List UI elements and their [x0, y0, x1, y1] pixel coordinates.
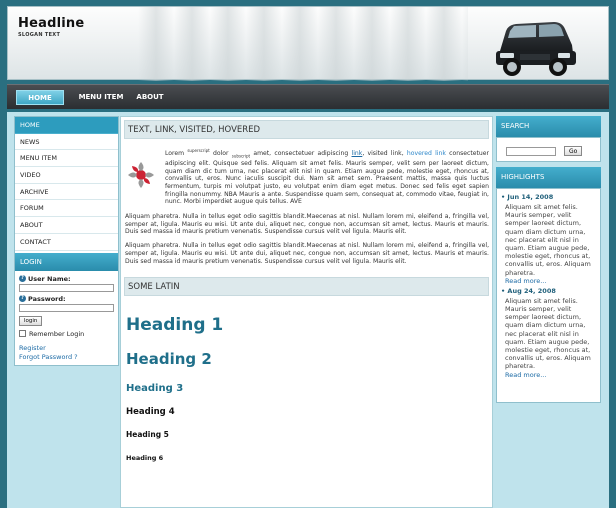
login-form: ? User Name: ? Password: login Remember … [15, 271, 118, 361]
sidebar-item-menu-item[interactable]: MENU ITEM [15, 150, 118, 168]
right-sidebar: SEARCH Go HIGHLIGHTS • Jun 14, 2008 Aliq… [496, 116, 601, 406]
header: Headline SLOGAN TEXT [7, 6, 609, 81]
help-icon: ? [19, 275, 26, 282]
username-label-text: User Name: [28, 274, 71, 283]
headline: Headline [18, 16, 85, 31]
heading-6: Heading 6 [126, 454, 164, 463]
subscript-text: subscript [231, 153, 251, 159]
search-box: Go [496, 137, 601, 162]
sidebar-item-home[interactable]: HOME [15, 117, 118, 134]
username-label: ? User Name: [19, 275, 114, 283]
highlight-text: Aliquam sit amet felis. Mauris semper, v… [505, 296, 591, 371]
brand: Headline SLOGAN TEXT [18, 16, 84, 38]
highlights-title: HIGHLIGHTS [496, 167, 601, 188]
search-go-button[interactable]: Go [564, 146, 583, 156]
register-link[interactable]: Register [19, 344, 114, 352]
highlights-list: • Jun 14, 2008 Aliquam sit amet felis. M… [496, 188, 601, 403]
username-input[interactable] [19, 283, 114, 292]
hovered-link[interactable]: hovered link [407, 150, 446, 157]
heading-5: Heading 5 [126, 430, 169, 440]
paragraph-1: Lorem superscript dolor subscript amet, … [165, 148, 489, 206]
forgot-password-link[interactable]: Forgot Password ? [19, 353, 114, 361]
car-image [496, 22, 576, 76]
read-more-link[interactable]: Read more... [501, 371, 597, 379]
remember-login: Remember Login [19, 330, 114, 338]
article: Lorem superscript dolor subscript amet, … [121, 139, 492, 265]
section-title-text: TEXT, LINK, VISITED, HOVERED [124, 120, 489, 139]
flower-icon [128, 162, 154, 188]
left-sidebar: HOME NEWS MENU ITEM VIDEO ARCHIVE FORUM … [14, 116, 119, 366]
inline-link[interactable]: link [352, 150, 363, 157]
remember-checkbox[interactable] [19, 330, 26, 337]
heading-2: Heading 2 [126, 350, 212, 369]
highlight-date: • Aug 24, 2008 [501, 286, 556, 295]
search-title: SEARCH [496, 116, 601, 137]
highlight-date: • Jun 14, 2008 [501, 193, 554, 201]
sidebar-item-about[interactable]: ABOUT [15, 217, 118, 234]
section-title-latin: SOME LATIN [124, 277, 489, 297]
sidebar-item-contact[interactable]: CONTACT [15, 233, 118, 251]
login-title: LOGIN [15, 252, 118, 271]
password-input[interactable] [19, 303, 114, 312]
sidebar-item-news[interactable]: NEWS [15, 133, 118, 151]
heading-4: Heading 4 [126, 407, 175, 418]
heading-3: Heading 3 [126, 383, 184, 395]
top-nav: HOME MENU ITEM ABOUT [7, 84, 609, 109]
superscript-text: superscript [187, 148, 210, 153]
password-label: ? Password: [19, 295, 114, 303]
sidebar-item-video[interactable]: VIDEO [15, 167, 118, 184]
main-content: TEXT, LINK, VISITED, HOVERED Lorem super… [120, 116, 493, 508]
sidebar-item-forum[interactable]: FORUM [15, 200, 118, 218]
help-icon: ? [19, 295, 26, 302]
nav-home[interactable]: HOME [16, 90, 64, 105]
paragraph-2: Aliquam pharetra. Nulla in tellus eget o… [125, 213, 489, 236]
search-input[interactable] [506, 147, 556, 156]
nav-about[interactable]: ABOUT [135, 90, 165, 105]
remember-label: Remember Login [29, 329, 85, 338]
slogan: SLOGAN TEXT [18, 32, 61, 38]
login-button[interactable]: login [19, 315, 43, 326]
read-more-link[interactable]: Read more... [501, 277, 597, 285]
password-label-text: Password: [28, 294, 66, 303]
paragraph-3: Aliquam pharetra. Nulla in tellus eget o… [125, 242, 489, 265]
heading-1: Heading 1 [126, 315, 224, 336]
page: Headline SLOGAN TEXT HOME MENU ITEM ABOU… [0, 0, 616, 508]
sidebar-item-archive[interactable]: ARCHIVE [15, 183, 118, 201]
highlight-text: Aliquam sit amet felis. Mauris semper, v… [505, 203, 591, 277]
nav-menu-item[interactable]: MENU ITEM [71, 90, 131, 105]
header-decoration [138, 7, 468, 81]
